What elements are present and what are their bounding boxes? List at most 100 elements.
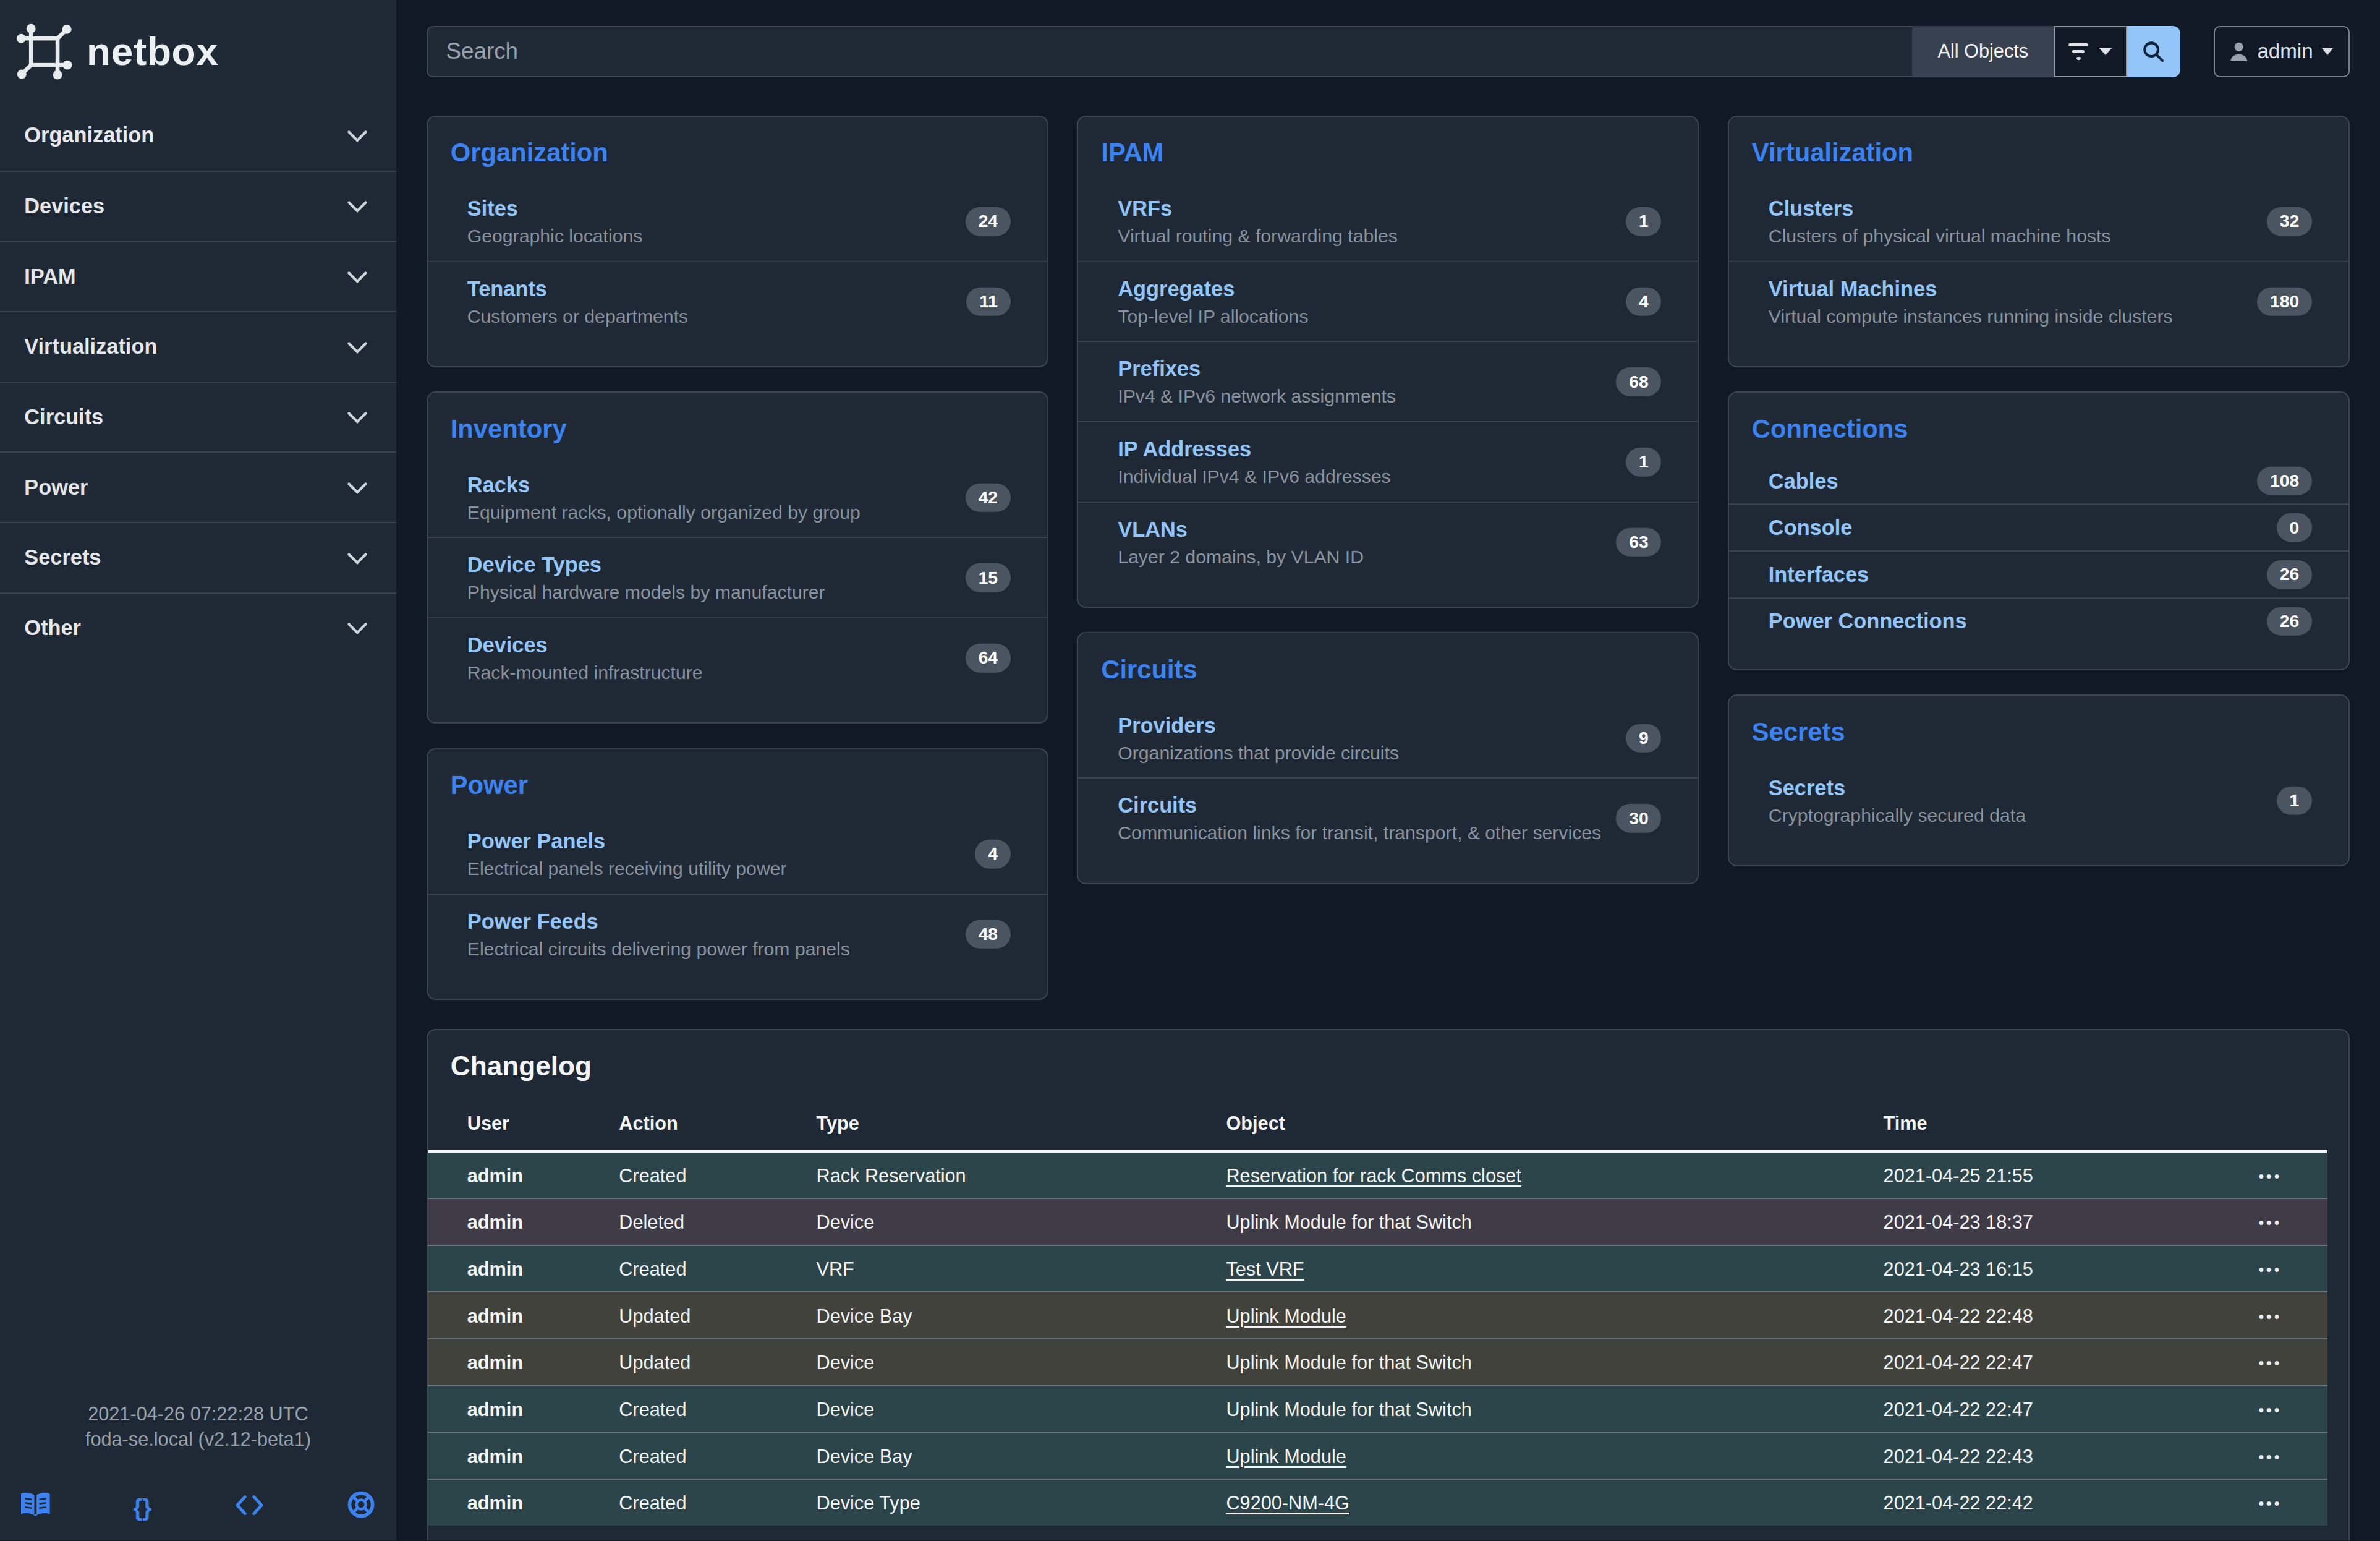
card-item-link[interactable]: Providers — [1118, 712, 1658, 739]
cell-user: admin — [428, 1339, 607, 1386]
cell-object: Uplink Module — [1214, 1292, 1871, 1339]
card-item-link[interactable]: Clusters — [1769, 195, 2309, 222]
cell-type: Device — [804, 1339, 1214, 1386]
user-menu-button[interactable]: admin — [2214, 26, 2350, 77]
sidebar-item-other[interactable]: Other — [0, 592, 396, 663]
cell-type: Device Bay — [804, 1292, 1214, 1339]
object-text: Uplink Module for that Switch — [1226, 1211, 1471, 1233]
chevron-down-icon — [347, 123, 367, 147]
row-menu-button[interactable]: ●●● — [2246, 1479, 2327, 1526]
changelog-row: adminCreatedDeviceUplink Module for that… — [428, 1386, 2327, 1433]
object-link[interactable]: Test VRF — [1226, 1258, 1304, 1280]
row-menu-button[interactable]: ●●● — [2246, 1386, 2327, 1433]
object-link[interactable]: Uplink Module — [1226, 1305, 1346, 1327]
row-menu-button[interactable]: ●●● — [2246, 1432, 2327, 1479]
card-item-link[interactable]: Interfaces — [1769, 561, 2309, 588]
card-item-link[interactable]: Racks — [467, 471, 1008, 498]
row-menu-button[interactable]: ●●● — [2246, 1198, 2327, 1245]
app: netbox OrganizationDevicesIPAMVirtualiza… — [0, 0, 2380, 1540]
cell-action: Created — [607, 1151, 804, 1199]
brand-link[interactable]: netbox — [0, 0, 396, 82]
card-item-link[interactable]: Aggregates — [1118, 275, 1658, 302]
card-item-link[interactable]: Power Panels — [467, 827, 1008, 855]
cell-object: Test VRF — [1214, 1245, 1871, 1292]
object-text: Uplink Module for that Switch — [1226, 1399, 1471, 1420]
object-link[interactable]: Uplink Module — [1226, 1446, 1346, 1467]
count-badge: 32 — [2267, 207, 2312, 236]
card-item-link[interactable]: Cables — [1769, 467, 2309, 495]
card-item-link[interactable]: Virtual Machines — [1769, 275, 2309, 302]
count-badge: 0 — [2277, 513, 2312, 542]
card-item-circuits: CircuitsCommunication links for transit,… — [1078, 777, 1698, 858]
card-item-description: Electrical panels receiving utility powe… — [467, 858, 1008, 881]
row-menu-button[interactable]: ●●● — [2246, 1245, 2327, 1292]
cell-type: Device Type — [804, 1479, 1214, 1526]
card-organization: OrganizationSitesGeographic locations24T… — [427, 116, 1048, 367]
main-area: All Objects admin OrganizationSitesGeogr… — [396, 0, 2380, 1540]
sidebar-item-devices[interactable]: Devices — [0, 171, 396, 241]
cell-time: 2021-04-22 22:43 — [1871, 1432, 2246, 1479]
changelog-header-row: UserActionTypeObjectTime — [428, 1095, 2327, 1151]
card-item-link[interactable]: Secrets — [1769, 774, 2309, 801]
card-item-link[interactable]: Sites — [467, 195, 1008, 222]
source-code-icon[interactable] — [234, 1493, 265, 1521]
search-input[interactable] — [427, 26, 1912, 77]
help-lifering-icon[interactable] — [347, 1491, 375, 1524]
card-item-link[interactable]: Tenants — [467, 275, 1008, 302]
card-item-link[interactable]: Circuits — [1118, 792, 1658, 819]
cell-type: Device — [804, 1198, 1214, 1245]
row-menu-button[interactable]: ●●● — [2246, 1292, 2327, 1339]
cell-object: Uplink Module for that Switch — [1214, 1198, 1871, 1245]
search-scope-selector[interactable]: All Objects — [1912, 26, 2054, 77]
count-badge: 68 — [1616, 367, 1661, 396]
sidebar-item-circuits[interactable]: Circuits — [0, 382, 396, 452]
api-braces-icon[interactable]: {} — [133, 1493, 152, 1521]
sidebar-item-organization[interactable]: Organization — [0, 100, 396, 171]
object-link[interactable]: C9200-NM-4G — [1226, 1492, 1349, 1514]
count-badge: 26 — [2267, 560, 2312, 589]
card-item-ip-addresses: IP AddressesIndividual IPv4 & IPv6 addre… — [1078, 421, 1698, 502]
column-header-object: Object — [1214, 1095, 1871, 1151]
card-item-link[interactable]: Devices — [467, 631, 1008, 659]
count-badge: 63 — [1616, 527, 1661, 557]
card-item-description: Clusters of physical virtual machine hos… — [1769, 225, 2309, 248]
card-item-link[interactable]: Power Connections — [1769, 607, 2309, 634]
row-menu-button[interactable]: ●●● — [2246, 1151, 2327, 1199]
object-link[interactable]: Reservation for rack Comms closet — [1226, 1165, 1521, 1187]
row-menu-button[interactable]: ●●● — [2246, 1339, 2327, 1386]
card-item-link[interactable]: VRFs — [1118, 195, 1658, 222]
sidebar-item-power[interactable]: Power — [0, 451, 396, 522]
card-item-device-types: Device TypesPhysical hardware models by … — [428, 537, 1047, 617]
card-item-description: IPv4 & IPv6 network assignments — [1118, 385, 1658, 408]
card-item-link[interactable]: IP Addresses — [1118, 435, 1658, 463]
sidebar-item-secrets[interactable]: Secrets — [0, 522, 396, 592]
chevron-down-icon — [347, 545, 367, 570]
cell-user: admin — [428, 1432, 607, 1479]
search-filter-button[interactable] — [2054, 26, 2127, 77]
column-header-type: Type — [804, 1095, 1214, 1151]
card-item-link[interactable]: Device Types — [467, 551, 1008, 578]
count-badge: 48 — [966, 920, 1011, 949]
changelog-row: adminCreatedDevice TypeC9200-NM-4G2021-0… — [428, 1479, 2327, 1526]
user-menu-label: admin — [2257, 40, 2313, 63]
cell-type: Device — [804, 1386, 1214, 1433]
card-item-link[interactable]: VLANs — [1118, 516, 1658, 543]
changelog-row: adminCreatedDevice BayUplink Module2021-… — [428, 1432, 2327, 1479]
cell-user: admin — [428, 1386, 607, 1433]
sidebar-item-ipam[interactable]: IPAM — [0, 241, 396, 311]
chevron-down-icon — [347, 335, 367, 359]
count-badge: 108 — [2257, 466, 2312, 495]
card-item-link[interactable]: Prefixes — [1118, 355, 1658, 382]
search-button[interactable] — [2127, 26, 2180, 77]
card-title: Organization — [428, 117, 1047, 182]
docs-book-icon[interactable] — [21, 1492, 50, 1522]
card-item-link[interactable]: Console — [1769, 514, 2309, 541]
sidebar-item-label: Circuits — [24, 405, 103, 429]
card-item-link[interactable]: Power Feeds — [467, 908, 1008, 935]
search-group: All Objects — [427, 26, 2180, 77]
sidebar-item-virtualization[interactable]: Virtualization — [0, 311, 396, 382]
card-title: IPAM — [1078, 117, 1698, 182]
cell-object: Reservation for rack Comms closet — [1214, 1151, 1871, 1199]
chevron-down-icon — [2322, 48, 2333, 55]
changelog-row: adminCreatedRack ReservationReservation … — [428, 1151, 2327, 1199]
